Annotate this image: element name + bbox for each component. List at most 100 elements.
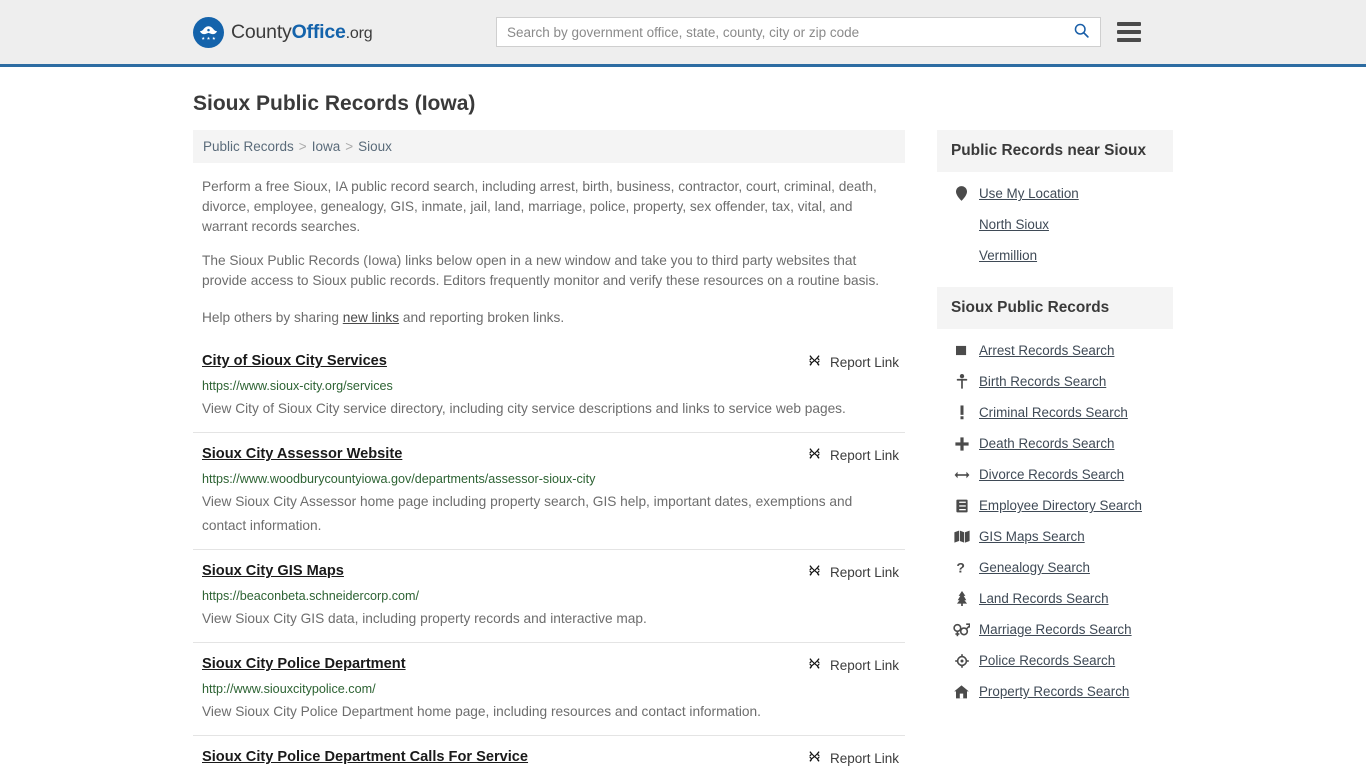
intro-help-line: Help others by sharing new links and rep…	[193, 308, 905, 328]
sidebar-item-birth-records[interactable]: Birth Records Search	[937, 366, 1173, 397]
hamburger-menu-icon[interactable]	[1117, 22, 1141, 42]
sidebar-link-label[interactable]: Arrest Records Search	[979, 343, 1114, 358]
panel-items: Use My Location North Sioux Vermillion	[937, 172, 1173, 271]
intro-text: Perform a free Sioux, IA public record s…	[193, 177, 905, 328]
result-url[interactable]: http://www.siouxcitypolice.com/	[202, 681, 899, 697]
report-link-button[interactable]: Report Link	[791, 446, 899, 464]
sidebar-item-use-my-location[interactable]: Use My Location	[937, 178, 1173, 209]
sidebar-item-property-records[interactable]: Property Records Search	[937, 676, 1173, 707]
result-item: City of Sioux City Services Report Link …	[193, 346, 905, 432]
sidebar-link-label[interactable]: Criminal Records Search	[979, 405, 1128, 420]
panel-public-records-near: Public Records near Sioux Use My Locatio…	[937, 130, 1173, 271]
result-description: View Sioux City Assessor home page inclu…	[202, 494, 853, 534]
report-link-label: Report Link	[829, 750, 899, 766]
header-search-area	[496, 17, 1141, 47]
sidebar-item-north-sioux[interactable]: North Sioux	[937, 209, 1173, 240]
sidebar-link-label[interactable]: Police Records Search	[979, 653, 1115, 668]
result-header: Sioux City Assessor Website Report Link	[202, 445, 899, 464]
sidebar: Public Records near Sioux Use My Locatio…	[937, 130, 1173, 723]
broken-link-icon	[807, 749, 822, 767]
result-title-link[interactable]: Sioux City Police Department	[202, 655, 406, 674]
sidebar-item-land-records[interactable]: Land Records Search	[937, 583, 1173, 614]
result-description: View City of Sioux City service director…	[202, 401, 846, 417]
sidebar-item-marriage-records[interactable]: Marriage Records Search	[937, 614, 1173, 645]
help-suffix: and reporting broken links.	[399, 310, 565, 326]
report-link-button[interactable]: Report Link	[791, 749, 899, 767]
panel-sioux-public-records: Sioux Public Records Arrest Records Sear…	[937, 287, 1173, 707]
result-header: Sioux City Police Department Report Link	[202, 655, 899, 674]
breadcrumb-item-sioux: Sioux	[358, 139, 392, 155]
broken-link-icon	[807, 446, 822, 464]
police-badge-icon	[953, 653, 970, 668]
sidebar-item-genealogy[interactable]: ? Genealogy Search	[937, 552, 1173, 583]
sidebar-link-label[interactable]: Genealogy Search	[979, 560, 1090, 575]
sidebar-item-divorce-records[interactable]: Divorce Records Search	[937, 459, 1173, 490]
hamburger-bar	[1117, 22, 1141, 26]
page-body: Sioux Public Records (Iowa) Public Recor…	[0, 91, 1366, 768]
sidebar-item-criminal-records[interactable]: Criminal Records Search	[937, 397, 1173, 428]
sidebar-link-label[interactable]: Use My Location	[979, 186, 1079, 201]
report-link-button[interactable]: Report Link	[791, 563, 899, 581]
sidebar-link-label[interactable]: Divorce Records Search	[979, 467, 1124, 482]
breadcrumb-item-iowa[interactable]: Iowa	[312, 139, 341, 154]
map-icon	[953, 530, 970, 543]
logo-text-org: .org	[345, 24, 373, 42]
sidebar-item-gis-maps[interactable]: GIS Maps Search	[937, 521, 1173, 552]
exclamation-icon	[953, 405, 970, 420]
sidebar-link-label[interactable]: Birth Records Search	[979, 374, 1106, 389]
sidebar-link-label[interactable]: Employee Directory Search	[979, 498, 1142, 513]
id-card-icon	[953, 499, 970, 513]
report-link-label: Report Link	[829, 657, 899, 673]
site-header: CountyOffice.org	[0, 0, 1366, 67]
sidebar-item-employee-directory[interactable]: Employee Directory Search	[937, 490, 1173, 521]
intro-paragraph-2: The Sioux Public Records (Iowa) links be…	[202, 253, 880, 289]
report-link-button[interactable]: Report Link	[791, 353, 899, 371]
report-link-label: Report Link	[829, 564, 899, 580]
sidebar-link-label[interactable]: Death Records Search	[979, 436, 1114, 451]
result-description: View Sioux City GIS data, including prop…	[202, 611, 647, 627]
result-item: Sioux City GIS Maps Report Link https://…	[193, 549, 905, 642]
sidebar-link-label[interactable]: Land Records Search	[979, 591, 1109, 606]
square-icon	[953, 345, 970, 356]
result-url[interactable]: https://www.woodburycountyiowa.gov/depar…	[202, 471, 899, 487]
search-input[interactable]	[507, 24, 1067, 40]
new-links-link[interactable]: new links	[343, 310, 399, 325]
hamburger-bar	[1117, 38, 1141, 42]
intro-paragraph-1: Perform a free Sioux, IA public record s…	[202, 179, 877, 235]
sidebar-link-label[interactable]: GIS Maps Search	[979, 529, 1085, 544]
report-link-label: Report Link	[829, 354, 899, 370]
question-mark-icon: ?	[953, 560, 970, 575]
result-url[interactable]: https://beaconbeta.schneidercorp.com/	[202, 588, 899, 604]
sidebar-link-label[interactable]: Vermillion	[979, 248, 1037, 263]
panel-title: Public Records near Sioux	[937, 130, 1173, 173]
search-box[interactable]	[496, 17, 1101, 47]
broken-link-icon	[807, 353, 822, 371]
sidebar-link-label[interactable]: North Sioux	[979, 217, 1049, 232]
sidebar-item-death-records[interactable]: Death Records Search	[937, 428, 1173, 459]
broken-link-icon	[807, 656, 822, 674]
hamburger-bar	[1117, 30, 1141, 34]
result-title-link[interactable]: City of Sioux City Services	[202, 352, 387, 371]
map-pin-icon	[953, 186, 970, 202]
sidebar-item-police-records[interactable]: Police Records Search	[937, 645, 1173, 676]
logo-wordmark: CountyOffice.org	[231, 21, 373, 44]
breadcrumb-separator: >	[345, 139, 354, 155]
result-item: Sioux City Assessor Website Report Link …	[193, 432, 905, 549]
result-url[interactable]: https://www.sioux-city.org/services	[202, 378, 899, 394]
sidebar-item-vermillion[interactable]: Vermillion	[937, 240, 1173, 271]
result-description: View Sioux City Police Department home p…	[202, 704, 761, 720]
result-title-link[interactable]: Sioux City Police Department Calls For S…	[202, 748, 528, 767]
results-list: City of Sioux City Services Report Link …	[193, 346, 905, 768]
result-title-link[interactable]: Sioux City GIS Maps	[202, 562, 344, 581]
result-title-link[interactable]: Sioux City Assessor Website	[202, 445, 402, 464]
breadcrumb-item-public-records[interactable]: Public Records	[203, 139, 294, 154]
site-logo[interactable]: CountyOffice.org	[193, 16, 373, 48]
breadcrumb: Public Records > Iowa > Sioux	[193, 130, 905, 164]
svg-text:?: ?	[956, 560, 965, 575]
search-button[interactable]	[1067, 22, 1092, 42]
broken-link-icon	[807, 563, 822, 581]
sidebar-item-arrest-records[interactable]: Arrest Records Search	[937, 335, 1173, 366]
sidebar-link-label[interactable]: Property Records Search	[979, 684, 1129, 699]
report-link-button[interactable]: Report Link	[791, 656, 899, 674]
sidebar-link-label[interactable]: Marriage Records Search	[979, 622, 1132, 637]
